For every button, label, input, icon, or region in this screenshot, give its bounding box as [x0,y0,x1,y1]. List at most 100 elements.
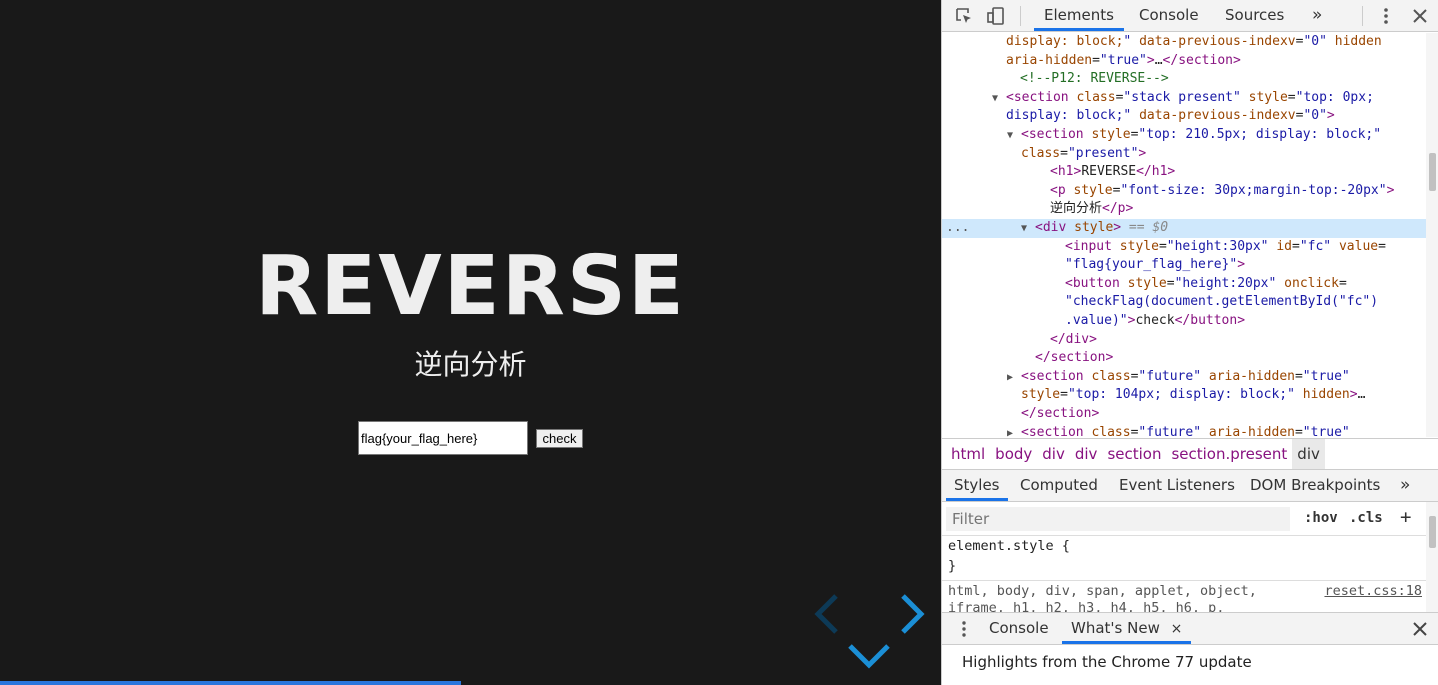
dom-token: class [1091,424,1131,437]
dom-token: aria-hidden [1208,368,1295,384]
dom-token: > [1146,52,1155,68]
style-rules: element.style { } html, body, div, span,… [942,536,1426,612]
close-tab-icon[interactable]: × [1171,621,1183,637]
tab-computed[interactable]: Computed [1012,470,1106,501]
drawer-tab-whats-new[interactable]: What's New × [1062,613,1192,644]
dom-token: > [1326,108,1335,124]
close-drawer-icon[interactable] [1412,621,1428,637]
chevron-down-icon[interactable] [846,640,892,672]
dom-token: style [1074,220,1114,235]
dom-token [1201,425,1209,437]
scrollbar-thumb[interactable] [1429,516,1436,548]
chevron-left-icon[interactable] [810,590,844,638]
expand-triangle-icon[interactable]: ▼ [1007,127,1013,146]
more-tabs-icon[interactable]: » [1392,470,1418,501]
dom-token: style [1073,182,1113,198]
dom-token: </h1> [1136,164,1176,180]
dom-token: REVERSE [1081,164,1137,180]
dom-token: data-previous-indexv [1139,108,1296,124]
tab-event-listeners[interactable]: Event Listeners [1111,470,1243,501]
dom-token [1327,34,1335,49]
breadcrumb-tag: div [1042,445,1065,463]
tab-dom-breakpoints[interactable]: DOM Breakpoints [1242,470,1388,501]
tab-console[interactable]: Console [1129,0,1209,31]
new-style-rule-icon[interactable]: + [1400,506,1411,528]
breadcrumb-item[interactable]: section.present [1166,439,1292,469]
drawer-tab-console[interactable]: Console [980,613,1058,644]
drawer-tab-label: What's New [1071,619,1160,637]
styles-scrollbar[interactable] [1426,502,1438,612]
dom-token: > [1237,257,1246,273]
element-style-selector[interactable]: element.style { [948,538,1070,554]
dom-token: = [1294,424,1303,437]
dom-token: <h1> [1050,164,1082,180]
breadcrumb-tag: div [1297,445,1320,463]
breadcrumb-item[interactable]: section [1102,439,1166,469]
kebab-menu-icon[interactable] [956,620,972,638]
dom-token [1201,369,1209,384]
dom-token: = [1287,89,1296,105]
dom-token: check [1135,313,1175,328]
dom-token: = [1092,52,1100,68]
dom-token: > [1113,220,1122,235]
dom-token: </section> [1162,52,1241,68]
dom-token: <input [1065,238,1120,254]
kebab-menu-icon[interactable] [1376,6,1396,26]
collapsed-triangle-icon[interactable]: ▶ [1007,369,1013,388]
breadcrumb-tag: html [951,445,986,463]
close-icon[interactable] [1410,6,1430,26]
breadcrumb-item[interactable]: div [1037,439,1070,469]
dom-token: </section> [1021,406,1100,421]
tab-sources[interactable]: Sources [1215,0,1294,31]
dom-token: <button [1065,275,1128,291]
dom-tree: display: block;" data-previous-indexv = "0… [942,33,1426,437]
expand-triangle-icon[interactable]: ▼ [1021,220,1027,239]
dom-token: data-previous-indexv [1139,34,1296,49]
dom-token: class [1091,368,1131,384]
breadcrumb-item[interactable]: div [1070,439,1103,469]
element-style-close: } [948,558,957,574]
breadcrumb-item[interactable]: div [1292,439,1325,469]
breadcrumb-item[interactable]: body [990,439,1037,469]
tab-styles[interactable]: Styles [946,470,1008,501]
dom-token: > [1349,387,1358,403]
dom-token: "flag{your_flag_here}" [1065,257,1238,273]
scrollbar-thumb[interactable] [1429,153,1436,191]
styles-filter-bar: :hov .cls + [942,502,1438,536]
dom-token: "top: 0px; [1295,89,1374,105]
dom-token [1131,34,1139,49]
slide-progress-bar [0,681,941,685]
device-toolbar-icon[interactable] [986,6,1006,26]
dom-token: .value)" [1065,313,1128,328]
dom-token: value [1338,238,1379,254]
breadcrumb-item[interactable]: html [946,439,990,469]
dom-tree-scrollbar[interactable] [1426,33,1438,437]
dom-token: = [1292,238,1300,254]
chevron-right-icon[interactable] [895,590,929,638]
collapsed-triangle-icon[interactable]: ▶ [1007,425,1013,437]
expand-triangle-icon[interactable]: ▼ [992,90,998,109]
class-toggle[interactable]: .cls [1349,510,1383,526]
inspect-element-icon[interactable] [954,6,974,26]
hover-state-toggle[interactable]: :hov [1304,510,1338,526]
dom-token: onclick [1284,275,1339,291]
tab-elements[interactable]: Elements [1034,0,1124,31]
dom-token [1241,90,1249,105]
dom-token: hidden [1334,34,1382,49]
dom-token: style [1091,127,1131,142]
dom-token: = [1060,145,1068,161]
dom-token: "present" [1067,145,1139,161]
styles-filter-input[interactable] [946,507,1290,531]
more-tabs-icon[interactable]: » [1302,0,1332,31]
dom-token: </button> [1174,313,1246,328]
slide-title: REVERSE [255,239,686,334]
stylesheet-link[interactable]: reset.css:18 [1324,583,1422,599]
dom-token [1331,239,1339,254]
breadcrumb-tag: body [995,445,1033,463]
flag-input[interactable] [358,421,528,455]
dom-node-selected[interactable]: ... ▼ <div style> == $0 [942,219,1426,238]
check-button[interactable]: check [536,429,583,448]
devtools-panel: Elements Console Sources » display: bloc… [941,0,1438,685]
node-actions-icon[interactable]: ... [946,219,969,238]
dom-token: "top: 210.5px; display: block;" [1138,127,1382,142]
